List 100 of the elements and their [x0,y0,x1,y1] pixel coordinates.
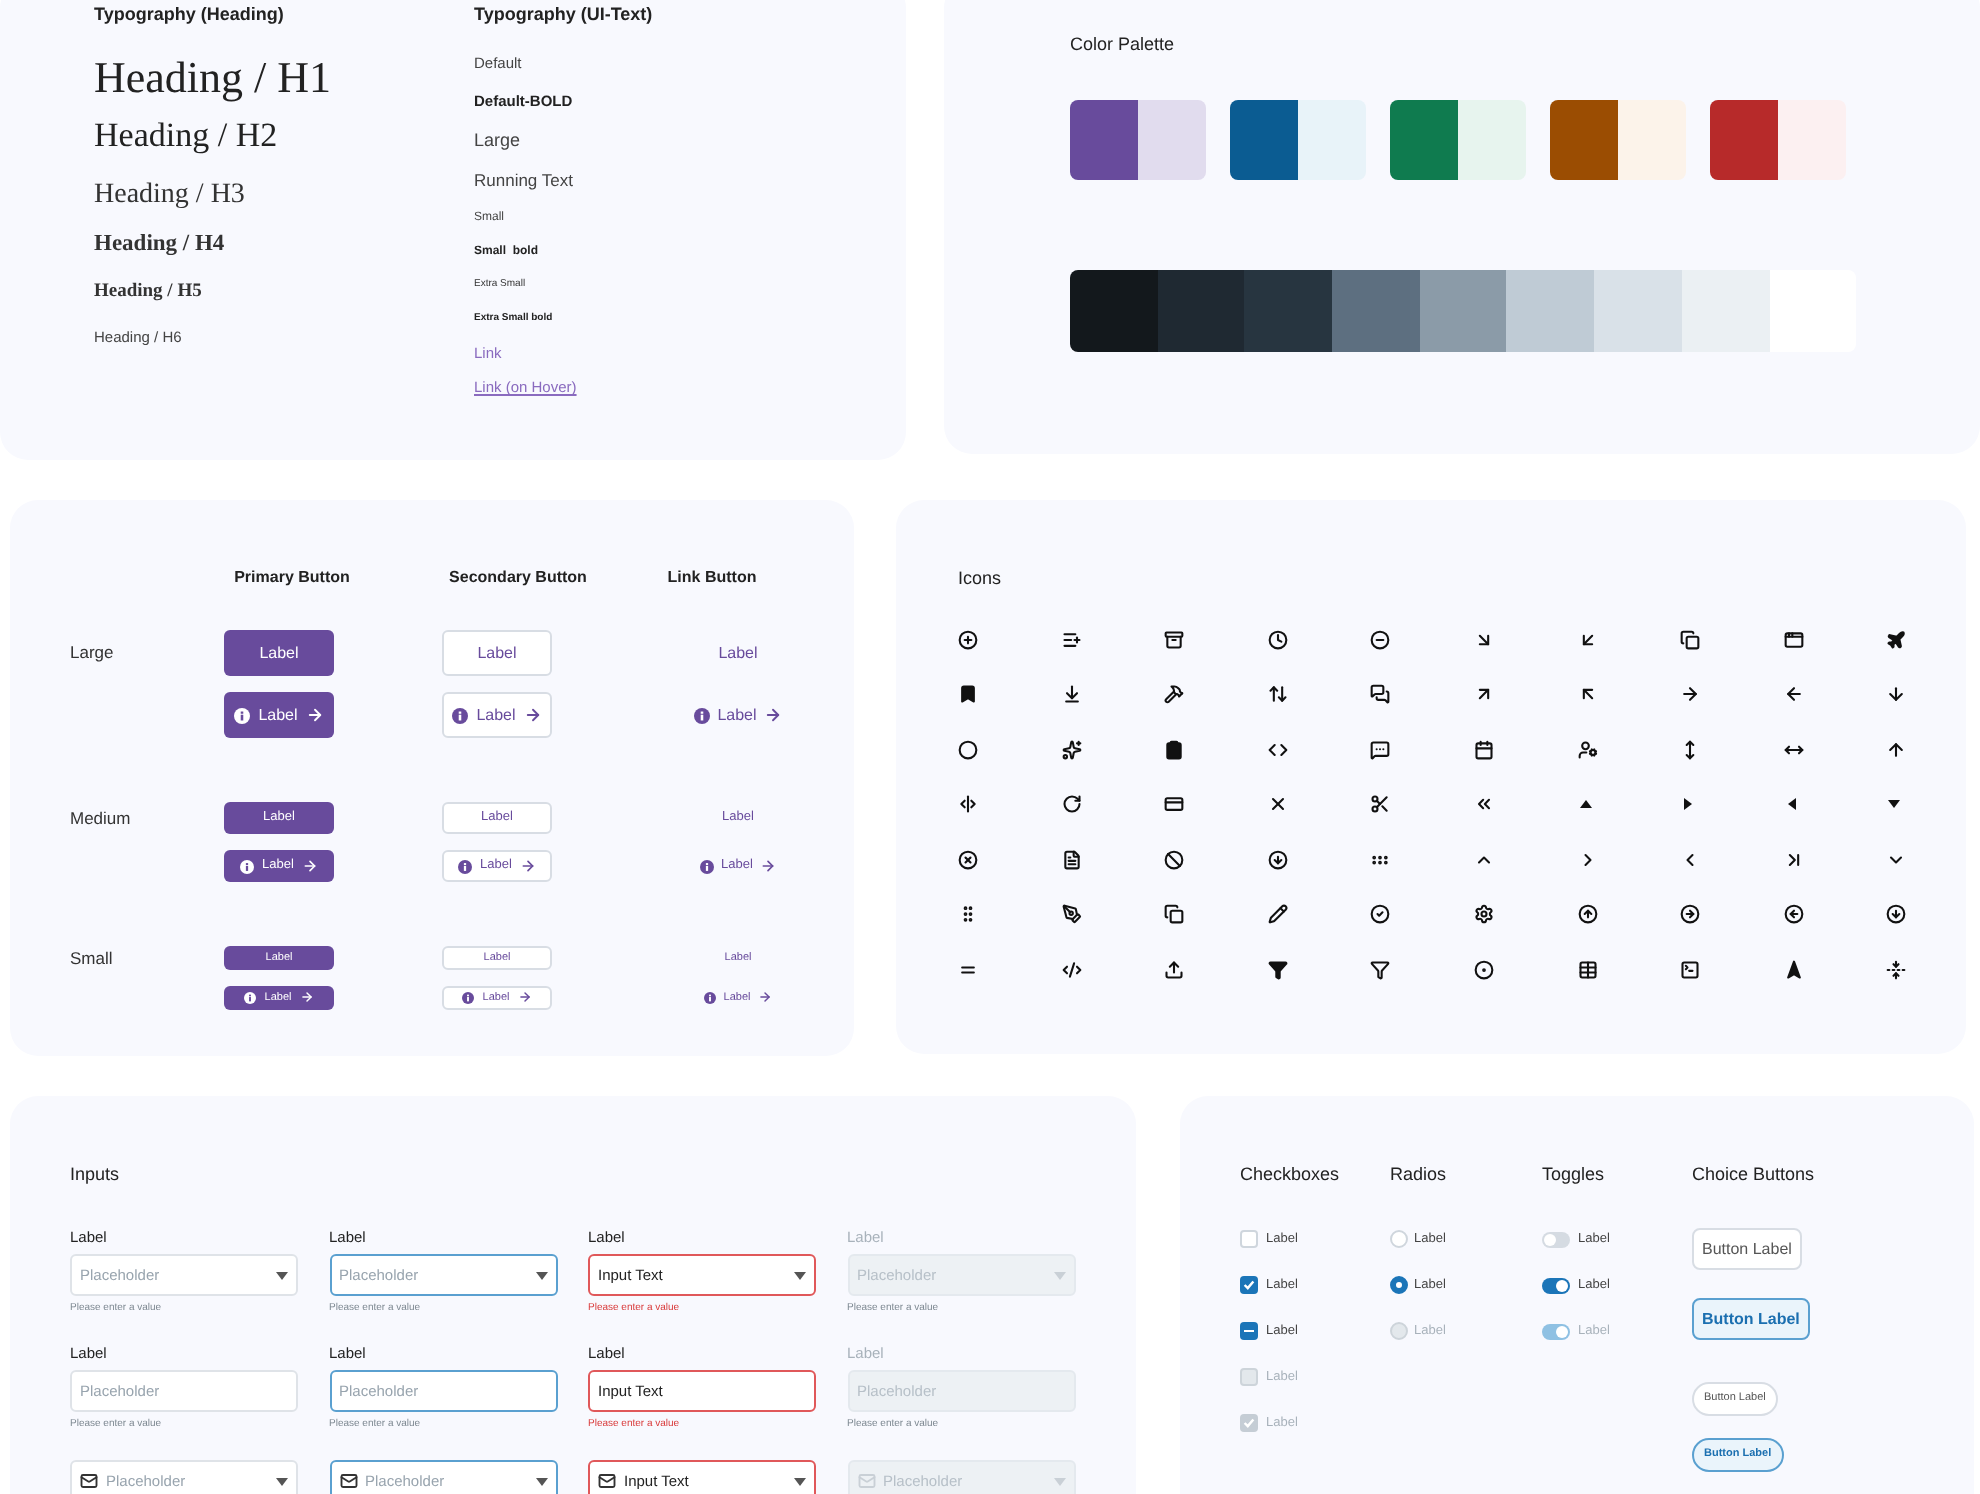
secondary-button[interactable]: Label [442,692,552,738]
section-title: Toggles [1542,1162,1607,1186]
info-icon [699,859,714,873]
secondary-button[interactable]: Label [442,630,552,676]
pointer-icon [1783,959,1804,980]
arrow-up-right-icon [1473,684,1494,705]
arrow-left-icon [1783,684,1804,705]
circle-dot-icon [1473,959,1494,980]
rotate-icon [1061,794,1082,815]
section-title: Radios [1390,1162,1449,1186]
person-gear-icon [1577,739,1598,760]
link-button[interactable]: Label [693,692,783,738]
arrow-right-icon [517,990,532,1005]
arrow-down-circle-icon [1267,849,1288,870]
archive-icon [1164,629,1185,650]
checkbox[interactable] [1240,1276,1258,1294]
link-button[interactable]: Label [718,630,758,676]
size-label: Large [70,640,114,666]
primary-button[interactable]: Label [224,630,334,676]
info-icon [693,707,710,723]
ban-icon [1164,849,1185,870]
caret-left-icon [1783,796,1800,813]
heading-sample: Heading / H4 [94,230,227,261]
stacked-windows-icon [1680,629,1701,650]
info-icon [234,707,251,723]
arrow-left-circle-icon [1783,904,1804,925]
section-title: Typography (Heading) [94,2,286,28]
dropdown-caret-icon [794,1477,806,1485]
filter-icon [1267,959,1288,980]
dropdown-caret-icon [535,1477,547,1485]
collapse-icon [1886,959,1907,980]
chevron-to-line-icon [1783,849,1804,870]
text-sample: Running Text [474,168,573,194]
toggle-switch[interactable] [1542,1277,1570,1293]
dropdown-caret-icon [276,1271,288,1279]
info-icon [244,991,257,1004]
envelope-icon [80,1472,98,1490]
minus-circle-icon [1370,629,1391,650]
arrow-right-icon [760,858,777,874]
arrow-right-icon [764,706,783,724]
arrow-up-icon [1886,739,1907,760]
toggle-switch[interactable] [1542,1231,1570,1247]
section-title: Checkboxes [1240,1162,1342,1186]
info-icon [462,991,475,1004]
code-tags-icon [1061,959,1082,980]
caret-down-icon [1886,796,1903,813]
section-title: Choice Buttons [1692,1162,1815,1186]
radio-button[interactable] [1390,1276,1408,1294]
column-split-icon [958,794,978,815]
circle-icon [958,739,978,760]
clock-icon [1267,629,1288,650]
checkbox[interactable] [1240,1230,1258,1248]
double-chevron-icon [1473,794,1494,815]
arrow-right-icon [299,990,314,1005]
section-title: Inputs [70,1162,122,1186]
calendar-icon [1473,739,1494,760]
arrow-up-left-icon [1577,684,1598,705]
arrow-down-left-icon [1577,629,1598,650]
settings-icon [1473,904,1494,925]
info-icon [703,991,716,1004]
scissors-icon [1370,794,1391,815]
heading-sample: Heading / H1 [94,49,334,106]
section-title: Icons [958,566,1004,590]
filter-icon [1370,959,1391,980]
arrow-up-circle-icon [1577,904,1598,925]
code-icon [1267,739,1288,760]
hammer-icon [1164,684,1185,705]
arrow-down-icon [1886,684,1907,705]
terminal-icon [1680,959,1701,980]
chat-bubble-icon [1370,739,1391,760]
window-icon [1783,629,1804,650]
table-icon [1577,959,1598,980]
chat-bubbles-icon [1370,684,1391,705]
heading-sample: Heading / H3 [94,177,247,213]
arrow-right-circle-icon [1680,904,1701,925]
choice-button[interactable]: Button Label [1692,1228,1802,1270]
dropdown-caret-icon [794,1271,806,1279]
info-icon [240,859,255,873]
check-circle-icon [1370,904,1391,925]
dropdown-caret-icon [276,1477,288,1485]
checkbox[interactable] [1240,1322,1258,1340]
bookmark-icon [958,684,978,705]
download-line-icon [1061,684,1082,705]
pencil-icon [1267,904,1288,925]
column-header: Primary Button [234,566,350,590]
heading-sample: Heading / H2 [94,114,280,159]
envelope-icon [598,1472,616,1490]
plane-icon [1886,629,1907,650]
arrow-right-icon [305,706,324,724]
arrow-right-icon [519,858,536,874]
column-header: Link Button [667,566,757,590]
size-label: Medium [70,805,131,831]
envelope-icon [857,1472,875,1490]
choice-button[interactable]: Button Label [1692,1298,1810,1340]
x-circle-icon [958,849,978,870]
arrow-right-icon [758,990,773,1005]
clipboard-icon [1164,739,1185,760]
arrow-down-circle-icon [1886,904,1907,925]
upload-icon [1164,959,1185,980]
primary-button[interactable]: Label [224,692,334,738]
